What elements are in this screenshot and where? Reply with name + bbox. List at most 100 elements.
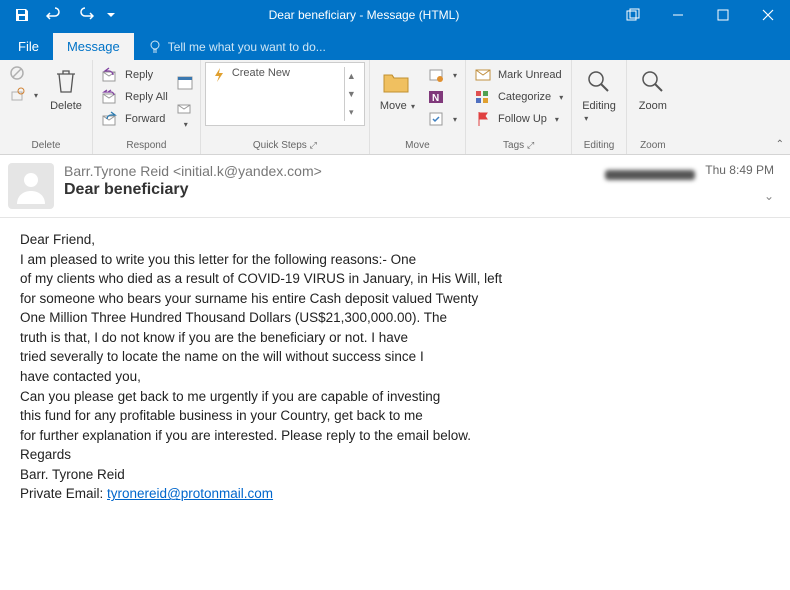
ignore-button[interactable] (4, 62, 42, 84)
svg-text:N: N (432, 93, 439, 104)
window-popout-icon[interactable] (610, 0, 655, 30)
body-line: for someone who bears your surname his e… (20, 289, 770, 309)
gallery-up-icon[interactable]: ▲ (344, 67, 358, 85)
mark-unread-label: Mark Unread (498, 69, 562, 81)
move-button[interactable]: Move ▾ (374, 62, 421, 116)
tab-file[interactable]: File (4, 33, 53, 60)
zoom-button[interactable]: Zoom (631, 62, 675, 116)
forward-button[interactable]: Forward (97, 108, 172, 130)
quick-access-toolbar (0, 0, 118, 30)
redo-icon[interactable] (72, 0, 100, 30)
ribbon: ▾ Delete Delete Reply Reply All Forward … (0, 60, 790, 155)
ribbon-group-move: Move ▾ ▾ N ▾ Move (370, 60, 466, 154)
message-meta: Barr.Tyrone Reid <initial.k@yandex.com> … (64, 163, 595, 209)
private-email-link[interactable]: tyronereid@protonmail.com (107, 486, 273, 501)
gallery-down-icon[interactable]: ▼ (344, 85, 358, 103)
body-line: tried severally to locate the name on th… (20, 347, 770, 367)
actions-button[interactable]: ▾ (423, 108, 461, 130)
categorize-button[interactable]: Categorize ▾ (470, 86, 567, 108)
ribbon-group-tags: Mark Unread Categorize ▾ Follow Up ▾ Tag… (466, 60, 572, 154)
onenote-button[interactable]: N (423, 86, 461, 108)
editing-label: Editing (582, 100, 616, 112)
tell-me-search[interactable]: Tell me what you want to do... (134, 34, 340, 60)
mark-unread-button[interactable]: Mark Unread (470, 64, 567, 86)
from-line: Barr.Tyrone Reid <initial.k@yandex.com> (64, 163, 595, 179)
group-label-delete: Delete (4, 138, 88, 154)
save-icon[interactable] (8, 0, 36, 30)
ribbon-group-editing: Editing▾ Editing (572, 60, 627, 154)
junk-icon (8, 86, 26, 104)
body-line: of my clients who died as a result of CO… (20, 269, 770, 289)
group-label-respond: Respond (97, 138, 196, 154)
tab-message[interactable]: Message (53, 33, 134, 60)
window-title: Dear beneficiary - Message (HTML) (118, 8, 610, 22)
rules-icon (427, 66, 445, 84)
body-line: Barr. Tyrone Reid (20, 465, 770, 485)
move-label: Move (380, 100, 407, 112)
maximize-icon[interactable] (700, 0, 745, 30)
reply-button[interactable]: Reply (97, 64, 172, 86)
minimize-icon[interactable] (655, 0, 700, 30)
body-line: Regards (20, 445, 770, 465)
body-line: have contacted you, (20, 367, 770, 387)
body-line: Can you please get back to me urgently i… (20, 387, 770, 407)
ribbon-group-delete: ▾ Delete Delete (0, 60, 93, 154)
quicksteps-gallery[interactable]: Create New ▲ ▼ ▾ (205, 62, 365, 126)
follow-up-label: Follow Up (498, 113, 547, 125)
window-controls (610, 0, 790, 30)
avatar (8, 163, 54, 209)
junk-button[interactable]: ▾ (4, 84, 42, 106)
group-label-editing: Editing (576, 138, 622, 154)
group-label-quicksteps: Quick Steps ⤢ (205, 138, 365, 154)
ribbon-tabs: File Message Tell me what you want to do… (0, 30, 790, 60)
delete-label: Delete (50, 100, 82, 112)
message-body: Dear Friend, I am pleased to write you t… (0, 218, 790, 516)
create-new-label: Create New (232, 67, 290, 79)
respond-more-button[interactable]: ▾ (174, 62, 196, 133)
message-date: Thu 8:49 PM (705, 163, 774, 177)
move-folder-icon (382, 66, 412, 98)
collapse-ribbon-icon[interactable]: ⌃ (776, 139, 784, 150)
group-label-tags: Tags ⤢ (470, 138, 567, 154)
editing-button[interactable]: Editing▾ (576, 62, 622, 128)
title-bar: Dear beneficiary - Message (HTML) (0, 0, 790, 30)
subject-line: Dear beneficiary (64, 181, 595, 199)
reply-all-icon (101, 88, 119, 106)
ignore-icon (8, 64, 26, 82)
undo-icon[interactable] (40, 0, 68, 30)
delete-button[interactable]: Delete (44, 62, 88, 116)
forward-label: Forward (125, 113, 165, 125)
follow-up-button[interactable]: Follow Up ▾ (470, 108, 567, 130)
ribbon-group-zoom: Zoom Zoom (627, 60, 679, 154)
recipient-masked (605, 170, 695, 180)
close-icon[interactable] (745, 0, 790, 30)
lightbulb-icon (148, 40, 162, 54)
zoom-icon (640, 66, 666, 98)
body-line: for further explanation if you are inter… (20, 426, 770, 446)
forward-icon (101, 110, 119, 128)
lightning-icon (212, 67, 226, 83)
reply-label: Reply (125, 69, 153, 81)
ribbon-group-quicksteps: Create New ▲ ▼ ▾ Quick Steps ⤢ (201, 60, 370, 154)
find-icon (586, 66, 612, 98)
ribbon-group-respond: Reply Reply All Forward ▾ Respond (93, 60, 201, 154)
rules-button[interactable]: ▾ (423, 64, 461, 86)
expand-header-icon[interactable]: ⌄ (764, 189, 774, 203)
actions-icon (427, 110, 445, 128)
meeting-icon (176, 66, 194, 98)
body-line: Dear Friend, (20, 230, 770, 250)
flag-icon (474, 110, 492, 128)
reply-icon (101, 66, 119, 84)
group-label-zoom: Zoom (631, 138, 675, 154)
body-line: this fund for any profitable business in… (20, 406, 770, 426)
categorize-label: Categorize (498, 91, 551, 103)
delete-icon (53, 66, 79, 98)
tell-me-label: Tell me what you want to do... (168, 40, 326, 54)
reply-all-button[interactable]: Reply All (97, 86, 172, 108)
envelope-icon (474, 66, 492, 84)
gallery-more-icon[interactable]: ▾ (344, 103, 358, 121)
more-respond-icon (177, 100, 193, 118)
categorize-icon (474, 88, 492, 106)
message-header: Barr.Tyrone Reid <initial.k@yandex.com> … (0, 155, 790, 218)
qat-dropdown-icon[interactable] (104, 0, 118, 30)
